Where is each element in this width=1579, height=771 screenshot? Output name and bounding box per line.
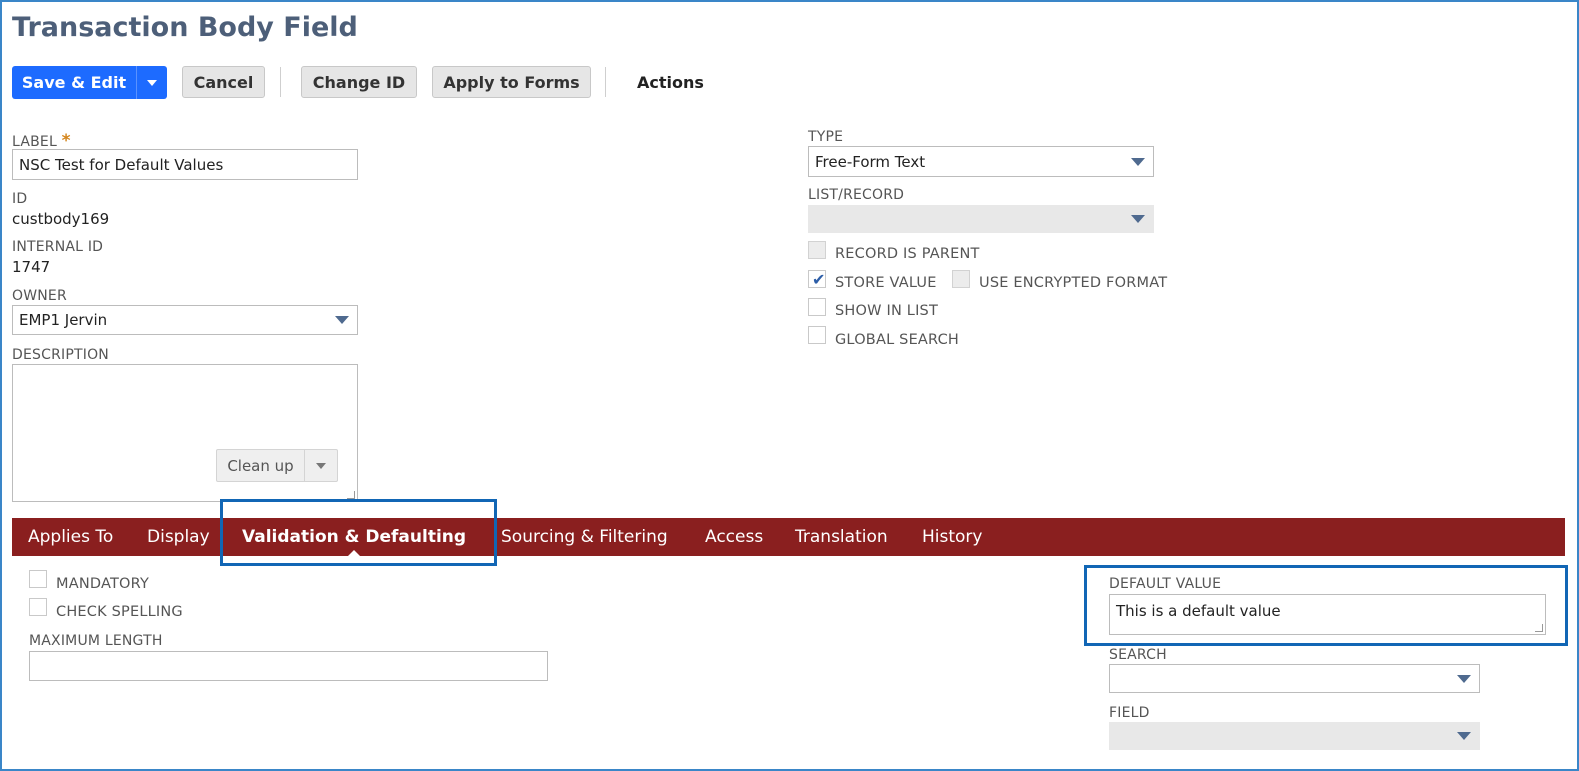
caret-down-icon xyxy=(335,316,349,324)
required-marker: * xyxy=(61,131,71,151)
check-spelling-label: CHECK SPELLING xyxy=(56,604,183,620)
show-in-list-checkbox[interactable] xyxy=(808,298,826,316)
global-search-label: GLOBAL SEARCH xyxy=(835,332,960,348)
caret-down-icon xyxy=(147,79,157,86)
label-field-label: LABEL * xyxy=(12,131,71,151)
caret-down-icon xyxy=(316,462,326,469)
save-options-dropdown[interactable] xyxy=(136,66,167,99)
record-is-parent-label: RECORD IS PARENT xyxy=(835,246,980,262)
tab-sourcing-filtering[interactable]: Sourcing & Filtering xyxy=(501,518,668,556)
owner-select[interactable]: EMP1 Jervin xyxy=(12,305,358,335)
tab-translation[interactable]: Translation xyxy=(795,518,888,556)
tab-history[interactable]: History xyxy=(922,518,982,556)
type-label: TYPE xyxy=(808,129,844,145)
show-in-list-label: SHOW IN LIST xyxy=(835,303,939,319)
owner-label: OWNER xyxy=(12,288,67,304)
search-label: SEARCH xyxy=(1109,647,1167,663)
mandatory-label: MANDATORY xyxy=(56,576,150,592)
caret-down-icon xyxy=(1457,732,1471,740)
maximum-length-label: MAXIMUM LENGTH xyxy=(29,633,163,649)
store-value-checkbox[interactable]: ✔ xyxy=(808,270,826,289)
tab-applies-to[interactable]: Applies To xyxy=(28,518,113,556)
store-value-label: STORE VALUE xyxy=(835,275,937,291)
use-encrypted-format-checkbox xyxy=(952,270,970,288)
id-value: custbody169 xyxy=(12,210,110,228)
clean-up-dropdown[interactable] xyxy=(304,450,337,481)
use-encrypted-format-label: USE ENCRYPTED FORMAT xyxy=(979,275,1168,291)
caret-down-icon xyxy=(1131,215,1145,223)
label-field-label-text: LABEL xyxy=(12,134,57,150)
owner-select-value: EMP1 Jervin xyxy=(19,311,108,329)
global-search-checkbox[interactable] xyxy=(808,326,826,344)
caret-down-icon xyxy=(1457,674,1471,683)
id-label: ID xyxy=(12,191,28,207)
resize-handle-icon[interactable] xyxy=(347,491,355,499)
save-edit-button[interactable]: Save & Edit xyxy=(12,66,167,99)
toolbar-divider xyxy=(280,67,281,97)
apply-to-forms-button[interactable]: Apply to Forms xyxy=(432,66,591,98)
type-select[interactable]: Free-Form Text xyxy=(808,146,1154,177)
internal-id-label: INTERNAL ID xyxy=(12,239,104,255)
description-label: DESCRIPTION xyxy=(12,347,109,363)
label-input[interactable]: NSC Test for Default Values xyxy=(12,149,358,180)
change-id-button[interactable]: Change ID xyxy=(301,66,417,98)
tab-access[interactable]: Access xyxy=(705,518,763,556)
clean-up-label[interactable]: Clean up xyxy=(217,450,304,481)
actions-menu[interactable]: Actions xyxy=(637,73,704,92)
internal-id-value: 1747 xyxy=(12,258,51,276)
resize-handle-icon[interactable] xyxy=(1535,624,1543,632)
cancel-button[interactable]: Cancel xyxy=(182,66,265,98)
caret-down-icon xyxy=(1131,157,1145,166)
checkmark-icon: ✔ xyxy=(812,270,826,289)
clean-up-button[interactable]: Clean up xyxy=(216,449,338,482)
tab-validation-defaulting[interactable]: Validation & Defaulting xyxy=(242,518,467,557)
subtab-bar: Applies To Display Validation & Defaulti… xyxy=(12,518,1565,557)
active-tab-indicator xyxy=(347,550,362,557)
mandatory-checkbox[interactable] xyxy=(29,570,47,588)
search-select[interactable] xyxy=(1109,664,1480,693)
maximum-length-input[interactable] xyxy=(29,651,548,681)
check-spelling-checkbox[interactable] xyxy=(29,598,47,616)
field-select xyxy=(1109,722,1480,750)
list-record-label: LIST/RECORD xyxy=(808,187,905,203)
tab-validation-defaulting-label: Validation & Defaulting xyxy=(242,527,467,547)
type-select-value: Free-Form Text xyxy=(815,152,926,171)
save-edit-label[interactable]: Save & Edit xyxy=(12,66,136,99)
page-title: Transaction Body Field xyxy=(12,12,358,43)
tab-display[interactable]: Display xyxy=(147,518,210,556)
record-is-parent-checkbox xyxy=(808,241,826,259)
list-record-select xyxy=(808,205,1154,233)
field-label: FIELD xyxy=(1109,705,1150,721)
toolbar-divider xyxy=(605,67,606,97)
default-value-text: This is a default value xyxy=(1116,602,1281,620)
default-value-label: DEFAULT VALUE xyxy=(1109,576,1222,592)
default-value-textarea[interactable]: This is a default value xyxy=(1109,594,1546,635)
